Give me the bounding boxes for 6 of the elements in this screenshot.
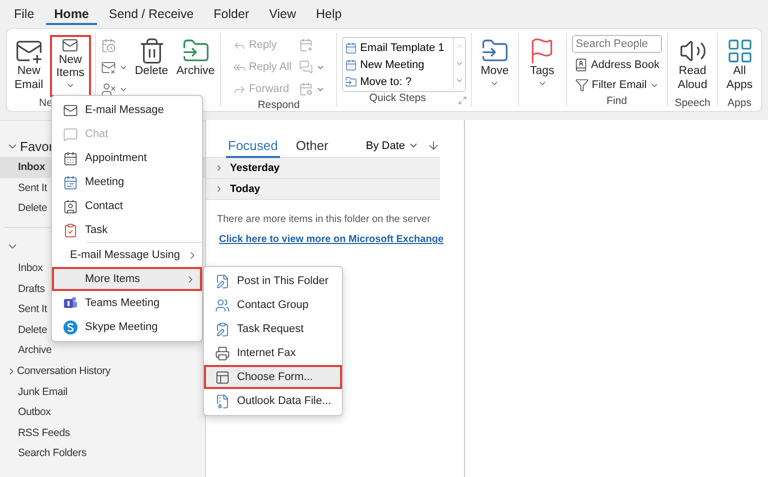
group-label: Apps (728, 97, 752, 109)
group-label: Quick Steps (368, 92, 427, 106)
group-label: Speech (674, 97, 710, 109)
server-notice: There are more items in this folder on the server (217, 214, 432, 225)
group-label: Find (606, 95, 627, 107)
group-label: Respond (258, 99, 300, 111)
